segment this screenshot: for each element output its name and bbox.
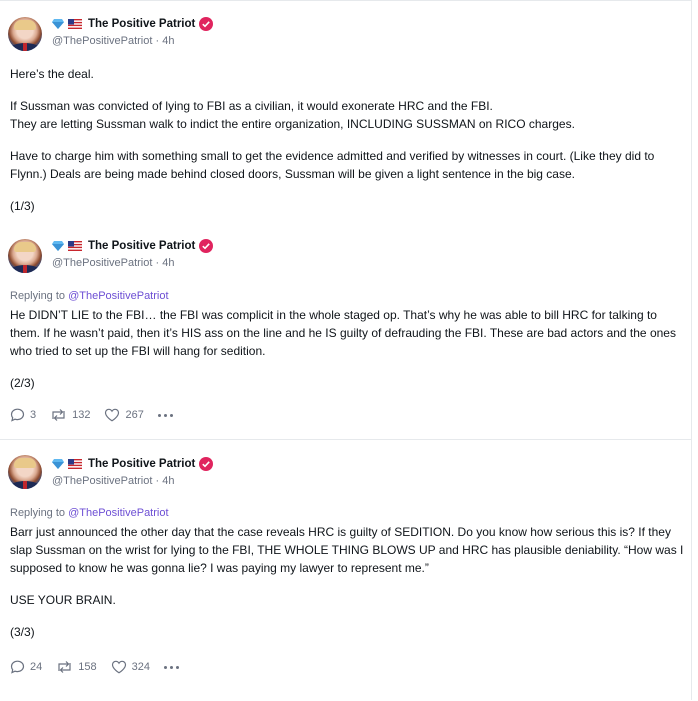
paragraph: Barr just announced the other day that t…: [10, 525, 684, 575]
reply-count: 3: [30, 409, 37, 421]
handle-timestamp[interactable]: @ThePositivePatriot · 4h: [52, 475, 213, 487]
like-count: 267: [125, 409, 144, 421]
thread-counter: (3/3): [10, 625, 35, 639]
us-flag-icon: [68, 241, 82, 251]
action-bar: 3 132 267: [10, 408, 173, 422]
post-2: The Positive Patriot @ThePositivePatriot…: [0, 236, 692, 439]
paragraph: USE YOUR BRAIN.: [10, 593, 116, 607]
like-icon: [105, 408, 120, 422]
us-flag-icon: [68, 459, 82, 469]
repost-icon: [58, 661, 71, 673]
author-name[interactable]: The Positive Patriot: [88, 458, 195, 470]
repost-icon: [52, 409, 65, 421]
author-name[interactable]: The Positive Patriot: [88, 18, 195, 30]
gem-icon: [52, 19, 64, 29]
post-body: Replying to @ThePositivePatriot Barr jus…: [10, 504, 690, 641]
thread-counter: (1/3): [10, 199, 35, 213]
like-count: 324: [131, 661, 150, 673]
more-icon[interactable]: [157, 413, 173, 417]
post-header: The Positive Patriot @ThePositivePatriot…: [52, 16, 214, 47]
replying-to: Replying to @ThePositivePatriot: [10, 504, 690, 522]
avatar[interactable]: [8, 239, 42, 273]
reply-icon: [10, 408, 25, 422]
like-button[interactable]: 267: [104, 408, 144, 422]
verified-badge-icon: [199, 17, 214, 31]
post-1: The Positive Patriot @ThePositivePatriot…: [0, 1, 692, 236]
reply-count: 24: [30, 661, 43, 673]
repost-count: 158: [78, 661, 97, 673]
author-name[interactable]: The Positive Patriot: [88, 240, 195, 252]
post-body: Here’s the deal. If Sussman was convicte…: [10, 65, 690, 215]
thread-counter: (2/3): [10, 376, 35, 390]
replying-label: Replying to: [10, 290, 69, 302]
thread-feed: The Positive Patriot @ThePositivePatriot…: [0, 0, 692, 700]
like-icon: [111, 660, 126, 674]
us-flag-icon: [68, 19, 82, 29]
paragraph: If Sussman was convicted of lying to FBI…: [10, 99, 493, 113]
paragraph: Have to charge him with something small …: [10, 149, 655, 181]
reply-button[interactable]: 24: [10, 660, 42, 674]
gem-icon: [52, 459, 64, 469]
gem-icon: [52, 241, 64, 251]
post-3: The Positive Patriot @ThePositivePatriot…: [0, 440, 692, 701]
avatar[interactable]: [8, 455, 42, 489]
mention-link[interactable]: @ThePositivePatriot: [68, 290, 168, 302]
reply-icon: [10, 660, 25, 674]
replying-to: Replying to @ThePositivePatriot: [10, 287, 690, 305]
repost-button[interactable]: 132: [50, 408, 90, 422]
handle-timestamp[interactable]: @ThePositivePatriot · 4h: [52, 257, 213, 269]
paragraph: Here’s the deal.: [10, 67, 94, 81]
replying-label: Replying to: [10, 507, 69, 519]
paragraph: He DIDN’T LIE to the FBI… the FBI was co…: [10, 308, 676, 358]
verified-badge-icon: [199, 457, 214, 471]
post-header: The Positive Patriot @ThePositivePatriot…: [52, 238, 214, 269]
mention-link[interactable]: @ThePositivePatriot: [68, 507, 168, 519]
reply-button[interactable]: 3: [10, 408, 36, 422]
more-icon[interactable]: [163, 665, 179, 669]
repost-button[interactable]: 158: [56, 660, 97, 674]
paragraph: They are letting Sussman walk to indict …: [10, 117, 575, 131]
action-bar: 24 158 324: [10, 660, 179, 674]
verified-badge-icon: [199, 239, 214, 253]
post-body: Replying to @ThePositivePatriot He DIDN’…: [10, 287, 690, 392]
post-header: The Positive Patriot @ThePositivePatriot…: [52, 456, 214, 487]
like-button[interactable]: 324: [111, 660, 150, 674]
handle-timestamp[interactable]: @ThePositivePatriot · 4h: [52, 35, 213, 47]
avatar[interactable]: [8, 17, 42, 51]
repost-count: 132: [72, 409, 91, 421]
